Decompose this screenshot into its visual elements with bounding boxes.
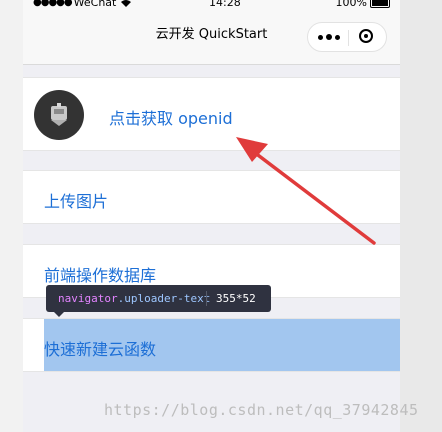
default-avatar-icon xyxy=(51,103,67,126)
editor-right-margin xyxy=(400,0,442,432)
status-right: 100% xyxy=(336,0,390,8)
battery-percent: 100% xyxy=(335,0,367,9)
status-time: 14:28 xyxy=(209,0,241,9)
mini-program-capsule xyxy=(307,22,387,52)
tooltip-divider xyxy=(206,291,207,306)
upload-image-button[interactable]: 上传图片 xyxy=(44,188,108,212)
more-menu-icon[interactable] xyxy=(312,28,346,46)
wifi-icon xyxy=(121,0,132,7)
status-bar: ●●●●● WeChat 14:28 100% xyxy=(23,0,400,12)
get-openid-button[interactable]: 点击获取 openid xyxy=(109,105,233,129)
signal-dots-icon: ●●●●● xyxy=(33,0,73,8)
navigation-bar: 云开发 QuickStart xyxy=(23,12,400,65)
frontend-db-button[interactable]: 前端操作数据库 xyxy=(44,262,156,286)
tooltip-tag: navigator xyxy=(58,292,118,305)
openid-row[interactable]: 点击获取 openid xyxy=(23,77,400,151)
tooltip-selector: navigator.uploader-text xyxy=(58,292,210,305)
inspector-tooltip: navigator.uploader-text 355*52 xyxy=(46,285,271,317)
tooltip-size: 355*52 xyxy=(216,292,256,305)
carrier-name: WeChat xyxy=(73,0,117,9)
editor-left-margin xyxy=(0,0,23,432)
upload-row[interactable]: 上传图片 xyxy=(23,170,400,224)
watermark: https://blog.csdn.net/qq_37942845 xyxy=(104,401,419,419)
new-cloud-function-button[interactable]: 快速新建云函数 xyxy=(44,336,156,360)
tooltip-class: .uploader-text xyxy=(117,292,211,305)
close-miniprogram-icon[interactable] xyxy=(359,29,373,43)
battery-icon xyxy=(370,0,390,8)
capsule-divider xyxy=(348,30,349,46)
avatar[interactable] xyxy=(34,90,84,140)
status-left: ●●●●● WeChat xyxy=(33,0,132,9)
